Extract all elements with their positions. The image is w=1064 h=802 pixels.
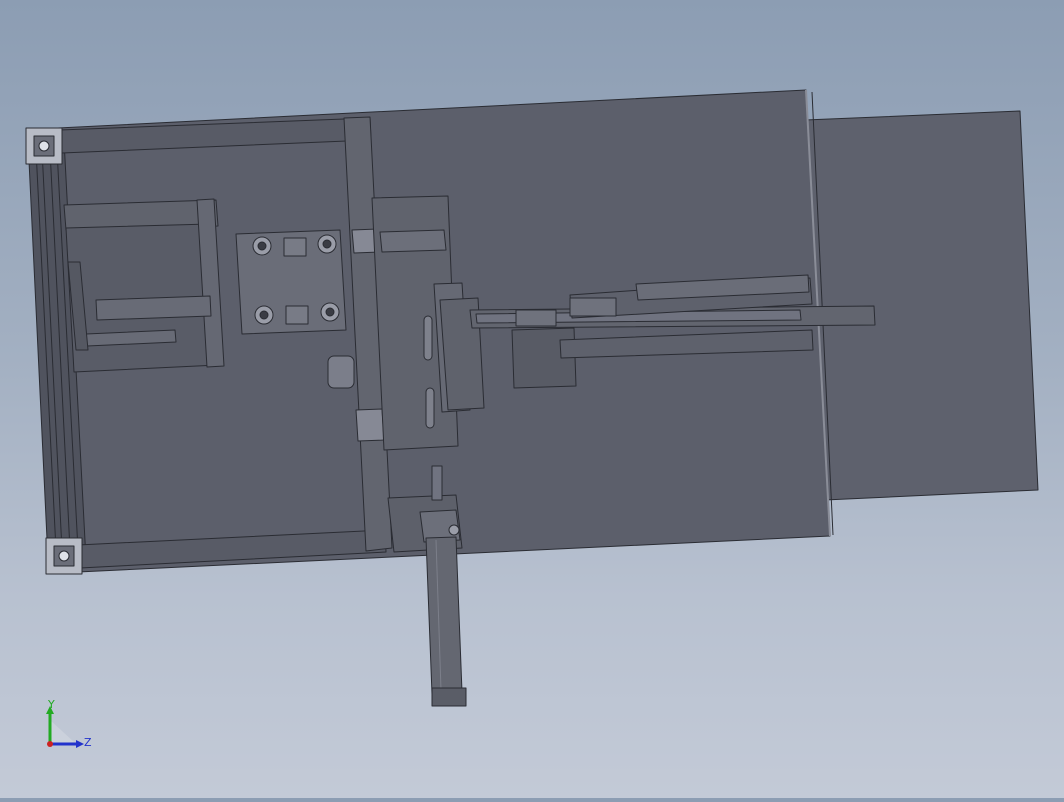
triad-plane-icon: [50, 720, 74, 744]
z-arrow-icon: [76, 740, 84, 748]
piston-rod: [431, 465, 443, 501]
coordinate-triad: Y Z: [46, 698, 92, 749]
x-axis-icon: [47, 741, 53, 747]
graphics-viewport[interactable]: Y Z: [0, 0, 1064, 798]
side-cylinder-stub: [327, 355, 355, 389]
cylinder-end-cap: [431, 687, 467, 707]
slide-rail: [95, 295, 212, 321]
model-view[interactable]: [0, 0, 1064, 798]
triad-z-label: Z: [84, 736, 92, 749]
profile-corner-bottom: [45, 537, 83, 575]
cylinder-body: [425, 536, 463, 695]
rear-panel: [804, 110, 1039, 501]
profile-corner-top: [25, 127, 63, 165]
triad-y-label: Y: [47, 698, 55, 711]
